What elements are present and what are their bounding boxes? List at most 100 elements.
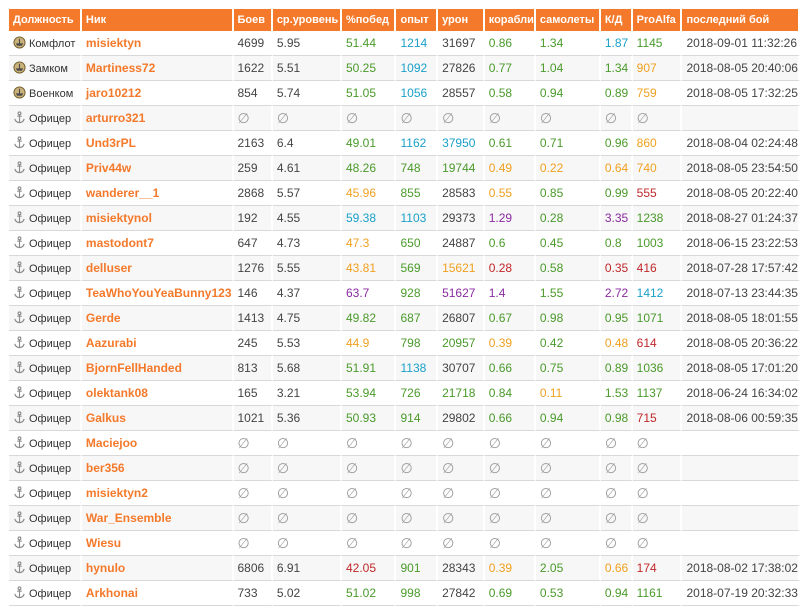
anchor-icon [13,236,26,249]
role-label: Комфлот [29,38,76,50]
player-nick-link[interactable]: Martiness72 [81,56,234,81]
col-header-damage[interactable]: урон [438,9,485,31]
role-label: Офицер [29,438,72,450]
player-nick-link[interactable]: Aazurabi [81,331,234,356]
planes-cell: 0.98 [535,306,601,331]
player-nick-link[interactable]: TeaWhoYouYeaBunny123 [81,281,234,306]
player-nick-link[interactable]: wanderer__1 [81,181,234,206]
damage-cell: 15621 [438,256,485,281]
xp-cell: 748 [396,156,439,181]
player-nick-link[interactable]: BjornFellHanded [81,356,234,381]
xp-cell: 1138 [396,356,439,381]
anchor-icon [13,336,26,349]
player-nick-link[interactable]: olektank08 [81,381,234,406]
col-header-win-rate[interactable]: %побед [342,9,397,31]
player-nick-link[interactable]: misiektyn2 [81,481,234,506]
player-nick-link[interactable]: jaro10212 [81,81,234,106]
win-rate-cell: 49.82 [342,306,397,331]
empty-win-rate-cell: ∅ [342,481,397,506]
empty-battles-cell: ∅ [233,456,273,481]
table-row: Офицер ber356 ∅ ∅ ∅ ∅ ∅ ∅ ∅ ∅ ∅ [9,456,800,481]
player-nick-link[interactable]: Arkhonai [81,581,234,606]
empty-damage-cell: ∅ [438,456,485,481]
empty-planes-cell: ∅ [535,481,601,506]
xp-cell: 687 [396,306,439,331]
planes-cell: 0.28 [535,206,601,231]
ships-cell: 0.86 [484,31,536,56]
planes-cell: 0.22 [535,156,601,181]
player-nick-link[interactable]: Gerde [81,306,234,331]
empty-damage-cell: ∅ [438,106,485,131]
col-header-proalfa[interactable]: ProAlfa [632,9,683,31]
kd-cell: 0.89 [600,81,633,106]
empty-kd-cell: ∅ [600,506,633,531]
empty-kd-cell: ∅ [600,456,633,481]
last-battle-cell: 2018-09-01 11:32:26 [682,31,800,56]
player-nick-link[interactable]: Wiesu [81,531,234,556]
role-label: Офицер [29,188,72,200]
avg-level-cell: 5.53 [272,331,342,356]
xp-cell: 1214 [396,31,439,56]
player-nick-link[interactable]: misiektynol [81,206,234,231]
player-nick-link[interactable]: misiektyn [81,31,234,56]
anchor-icon [13,486,26,499]
role-label: Офицер [29,363,72,375]
avg-level-cell: 5.57 [272,181,342,206]
win-rate-cell: 63.7 [342,281,397,306]
damage-cell: 28583 [438,181,485,206]
col-header-last-battle[interactable]: последний бой [682,9,800,31]
player-nick-link[interactable]: ber356 [81,456,234,481]
col-header-battles[interactable]: Боев [233,9,273,31]
role-cell: Военком [9,81,82,106]
empty-proalfa-cell: ∅ [632,456,683,481]
player-nick-link[interactable]: Maciejoo [81,431,234,456]
empty-kd-cell: ∅ [600,481,633,506]
role-label: Замком [29,63,68,75]
empty-xp-cell: ∅ [396,531,439,556]
empty-battles-cell: ∅ [233,506,273,531]
role-cell: Офицер [9,456,82,481]
role-label: Офицер [29,263,72,275]
win-rate-cell: 48.26 [342,156,397,181]
player-nick-link[interactable]: mastodont7 [81,231,234,256]
win-rate-cell: 49.01 [342,131,397,156]
col-header-planes[interactable]: самолеты [535,9,601,31]
ship-medal-icon [13,86,26,99]
col-header-nick[interactable]: Ник [81,9,234,31]
empty-ships-cell: ∅ [484,431,536,456]
table-row: Офицер Galkus 1021 5.36 50.93 914 29802 0.66 0.9… [9,406,800,431]
player-nick-link[interactable]: Galkus [81,406,234,431]
empty-planes-cell: ∅ [535,106,601,131]
proalfa-cell: 1412 [632,281,683,306]
last-battle-cell: 2018-08-04 02:24:48 [682,131,800,156]
role-cell: Офицер [9,356,82,381]
win-rate-cell: 51.05 [342,81,397,106]
player-nick-link[interactable]: arturro321 [81,106,234,131]
win-rate-cell: 47.3 [342,231,397,256]
player-nick-link[interactable]: Priv44w [81,156,234,181]
role-label: Офицер [29,138,72,150]
col-header-xp[interactable]: опыт [396,9,439,31]
player-nick-link[interactable]: Und3rPL [81,131,234,156]
win-rate-cell: 51.44 [342,31,397,56]
empty-last-battle-cell [682,481,800,506]
col-header-avg-level[interactable]: ср.уровень [272,9,342,31]
col-header-ships[interactable]: корабли [484,9,536,31]
kd-cell: 0.66 [600,556,633,581]
proalfa-cell: 416 [632,256,683,281]
damage-cell: 29373 [438,206,485,231]
kd-cell: 0.94 [600,581,633,606]
ships-cell: 0.66 [484,406,536,431]
player-nick-link[interactable]: delluser [81,256,234,281]
player-nick-link[interactable]: War_Ensemble [81,506,234,531]
col-header-kd[interactable]: К/Д [600,9,633,31]
empty-win-rate-cell: ∅ [342,106,397,131]
xp-cell: 1103 [396,206,439,231]
planes-cell: 0.71 [535,131,601,156]
empty-proalfa-cell: ∅ [632,106,683,131]
player-nick-link[interactable]: hynulo [81,556,234,581]
xp-cell: 569 [396,256,439,281]
avg-level-cell: 4.75 [272,306,342,331]
xp-cell: 798 [396,331,439,356]
col-header-role[interactable]: Должность [9,9,82,31]
